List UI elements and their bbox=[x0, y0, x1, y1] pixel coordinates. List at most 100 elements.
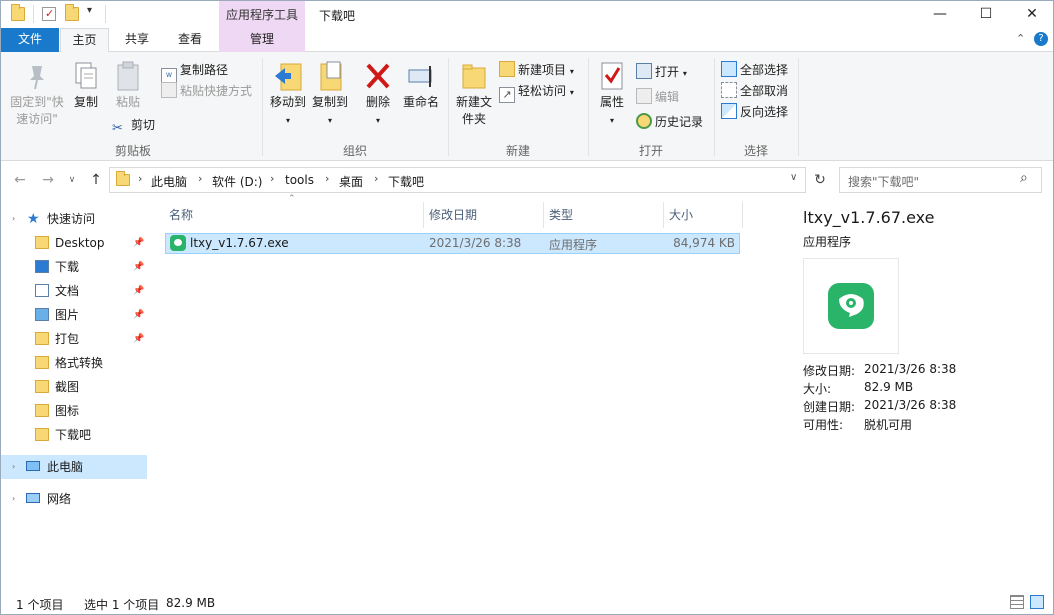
expand-chevron-icon[interactable]: › bbox=[12, 207, 15, 231]
breadcrumb-separator: › bbox=[198, 172, 203, 185]
close-button[interactable]: ✕ bbox=[1009, 1, 1053, 28]
sidebar-item-label: 文档 bbox=[55, 284, 80, 298]
picture-icon bbox=[35, 308, 49, 321]
invert-selection-label: 反向选择 bbox=[740, 105, 789, 119]
breadcrumb-tools[interactable]: tools bbox=[285, 173, 314, 187]
open-button[interactable]: 打开 ▾ bbox=[636, 62, 687, 82]
sidebar-item[interactable]: 图标 bbox=[1, 399, 147, 423]
copy-button[interactable]: 复制 bbox=[69, 60, 103, 111]
breadcrumb-desktop[interactable]: 桌面 bbox=[339, 173, 363, 190]
sidebar-item-label: 打包 bbox=[55, 332, 80, 346]
help-icon[interactable]: ? bbox=[1034, 32, 1048, 46]
sidebar-item[interactable]: 打包 📌 bbox=[1, 327, 147, 351]
rename-button[interactable]: 重命名 bbox=[401, 60, 441, 111]
column-header-date[interactable]: 修改日期 bbox=[429, 202, 477, 228]
folder-icon bbox=[35, 404, 49, 417]
sidebar-item[interactable]: 下载吧 bbox=[1, 423, 147, 447]
copy-to-button[interactable]: 复制到 ▾ bbox=[309, 60, 351, 129]
paste-shortcut-label: 粘贴快捷方式 bbox=[180, 84, 253, 98]
expand-chevron-icon[interactable]: › bbox=[12, 487, 15, 511]
invert-selection-button[interactable]: 反向选择 bbox=[721, 102, 788, 122]
easy-access-button[interactable]: ↗ 轻松访问 ▾ bbox=[499, 81, 574, 103]
column-divider[interactable] bbox=[423, 202, 424, 228]
move-to-label: 移动到 bbox=[269, 95, 306, 109]
delete-button[interactable]: 删除 ▾ bbox=[363, 60, 393, 129]
sidebar-item-label: 图标 bbox=[55, 404, 80, 418]
column-header-type[interactable]: 类型 bbox=[549, 202, 573, 228]
sidebar-item[interactable]: Desktop 📌 bbox=[1, 231, 147, 255]
back-button[interactable]: ← bbox=[11, 171, 29, 189]
paste-shortcut-button[interactable]: 粘贴快捷方式 bbox=[161, 81, 252, 101]
pin-quick-access-button[interactable]: 固定到"快速访问" bbox=[5, 60, 69, 128]
sidebar-item-label: Desktop bbox=[55, 236, 105, 250]
search-icon[interactable]: ⌕ bbox=[1020, 170, 1028, 186]
minimize-button[interactable]: — bbox=[917, 1, 963, 28]
copy-label: 复制 bbox=[73, 95, 98, 109]
copy-path-button[interactable]: W 复制路径 bbox=[161, 60, 228, 84]
large-icons-view-icon[interactable] bbox=[1030, 595, 1044, 609]
address-history-icon[interactable]: ∨ bbox=[790, 172, 797, 183]
status-selected-size: 82.9 MB bbox=[166, 596, 216, 610]
details-view-icon[interactable] bbox=[1010, 595, 1024, 609]
move-to-icon bbox=[273, 60, 303, 92]
forward-button[interactable]: → bbox=[39, 171, 57, 189]
history-button[interactable]: 历史记录 bbox=[636, 112, 703, 132]
sidebar-item[interactable]: 文档 📌 bbox=[1, 279, 147, 303]
tab-share[interactable]: 共享 bbox=[113, 28, 161, 52]
invert-selection-icon bbox=[721, 103, 737, 119]
new-folder-button[interactable]: 新建文件夹 bbox=[453, 60, 495, 128]
sidebar-item[interactable]: 截图 bbox=[1, 375, 147, 399]
sidebar-item[interactable]: 格式转换 bbox=[1, 351, 147, 375]
cut-button[interactable]: ✂ 剪切 bbox=[112, 115, 155, 136]
breadcrumb-drive-d[interactable]: 软件 (D:) bbox=[212, 173, 262, 190]
sidebar-item-label: 截图 bbox=[55, 380, 80, 394]
column-divider[interactable] bbox=[663, 202, 664, 228]
new-item-button[interactable]: 新建项目 ▾ bbox=[499, 60, 574, 80]
open-label: 打开 bbox=[655, 65, 680, 79]
customize-quick-access-icon[interactable]: ▾ bbox=[87, 5, 92, 16]
new-folder-quick-icon[interactable] bbox=[65, 4, 79, 21]
tab-manage[interactable]: 管理 bbox=[219, 28, 305, 52]
column-divider[interactable] bbox=[742, 202, 743, 228]
open-group-label: 打开 bbox=[638, 144, 663, 158]
folder-icon bbox=[35, 332, 49, 345]
nav-network[interactable]: › 网络 bbox=[1, 487, 147, 511]
table-row[interactable]: ltxy_v1.7.67.exe 2021/3/26 8:38 应用程序 84,… bbox=[165, 233, 740, 254]
breadcrumb-current[interactable]: 下载吧 bbox=[388, 173, 424, 190]
breadcrumb-separator: › bbox=[138, 172, 143, 185]
sidebar-item-label: 图片 bbox=[55, 308, 80, 322]
select-all-button[interactable]: 全部选择 bbox=[721, 60, 788, 80]
new-item-label: 新建项目 bbox=[518, 63, 567, 77]
maximize-button[interactable]: ☐ bbox=[963, 1, 1009, 28]
breadcrumb-this-pc[interactable]: 此电脑 bbox=[151, 173, 187, 190]
preview-created-key: 创建日期: bbox=[803, 400, 856, 414]
column-divider[interactable] bbox=[543, 202, 544, 228]
sidebar-item[interactable]: 下载 📌 bbox=[1, 255, 147, 279]
column-header-name[interactable]: 名称 bbox=[169, 202, 193, 228]
breadcrumb-separator: › bbox=[270, 172, 275, 185]
easy-access-label: 轻松访问 bbox=[518, 84, 567, 98]
nav-this-pc[interactable]: › 此电脑 bbox=[1, 455, 147, 479]
up-button[interactable]: ↑ bbox=[87, 171, 105, 189]
expand-chevron-icon[interactable]: › bbox=[12, 455, 15, 479]
recent-locations-button[interactable]: ∨ bbox=[63, 171, 81, 189]
tab-home[interactable]: 主页 bbox=[60, 28, 109, 53]
edit-button[interactable]: 编辑 bbox=[636, 87, 679, 107]
paste-button[interactable]: 粘贴 bbox=[111, 60, 145, 111]
column-header-size[interactable]: 大小 bbox=[669, 202, 693, 228]
nav-quick-access[interactable]: › ★ 快速访问 bbox=[1, 207, 147, 231]
tab-view[interactable]: 查看 bbox=[166, 28, 214, 52]
sidebar-item[interactable]: 图片 📌 bbox=[1, 303, 147, 327]
collapse-ribbon-icon[interactable]: ⌃ bbox=[1016, 32, 1025, 45]
address-bar[interactable]: › 此电脑 › 软件 (D:) › tools › 桌面 › 下载吧 ∨ bbox=[109, 167, 806, 193]
properties-button[interactable]: 属性 ▾ bbox=[595, 60, 629, 129]
move-to-button[interactable]: 移动到 ▾ bbox=[267, 60, 309, 129]
search-box[interactable]: 搜索"下载吧" ⌕ bbox=[839, 167, 1042, 193]
folder-icon bbox=[116, 171, 130, 186]
select-none-button[interactable]: 全部取消 bbox=[721, 81, 788, 101]
properties-quick-icon[interactable]: ✓ bbox=[42, 7, 56, 21]
refresh-icon[interactable]: ↻ bbox=[810, 170, 830, 190]
nav-network-label: 网络 bbox=[47, 492, 72, 506]
tab-file[interactable]: 文件 bbox=[1, 28, 59, 52]
app-large-icon bbox=[828, 283, 874, 329]
